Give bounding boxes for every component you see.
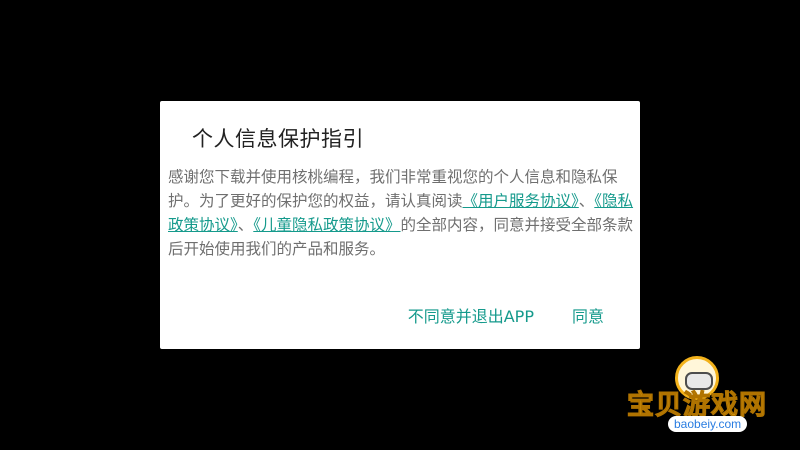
watermark: 宝贝游戏网 baobeiy.com	[622, 356, 772, 436]
separator: 、	[578, 192, 595, 210]
separator: 、	[237, 216, 254, 234]
dialog-body: 感谢您下载并使用核桃编程，我们非常重视您的个人信息和隐私保护。为了更好的保护您的…	[168, 165, 634, 261]
decline-exit-button[interactable]: 不同意并退出APP	[408, 303, 534, 327]
dialog-actions: 不同意并退出APP 同意	[408, 303, 604, 327]
dialog-title: 个人信息保护指引	[192, 127, 364, 151]
agree-button[interactable]: 同意	[572, 303, 604, 327]
child-privacy-link[interactable]: 《儿童隐私政策协议》	[253, 216, 400, 234]
screen: 个人信息保护指引 感谢您下载并使用核桃编程，我们非常重视您的个人信息和隐私保护。…	[0, 0, 800, 450]
user-agreement-link[interactable]: 《用户服务协议》	[463, 192, 579, 210]
watermark-domain: baobeiy.com	[668, 416, 748, 432]
privacy-dialog: 个人信息保护指引 感谢您下载并使用核桃编程，我们非常重视您的个人信息和隐私保护。…	[160, 101, 640, 349]
